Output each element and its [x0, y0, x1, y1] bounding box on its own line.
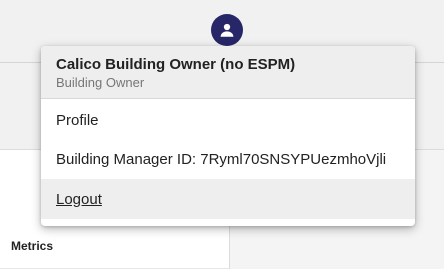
menu-item-profile[interactable]: Profile	[41, 100, 415, 140]
user-avatar-button[interactable]	[211, 14, 243, 46]
user-name: Calico Building Owner (no ESPM)	[56, 56, 296, 73]
logout-label: Logout	[56, 190, 102, 208]
user-menu-dropdown: Calico Building Owner (no ESPM) Building…	[41, 46, 415, 226]
menu-item-building-manager-id[interactable]: Building Manager ID: 7Ryml70SNSYPUezmhoV…	[41, 139, 415, 179]
metrics-heading: Metrics	[11, 239, 54, 253]
page: Metrics Calico Building Owner (no ESPM) …	[0, 0, 444, 269]
user-icon	[220, 23, 234, 37]
user-role: Building Owner	[56, 75, 145, 90]
menu-item-logout[interactable]: Logout	[41, 179, 415, 219]
user-menu-header: Calico Building Owner (no ESPM) Building…	[41, 46, 415, 99]
